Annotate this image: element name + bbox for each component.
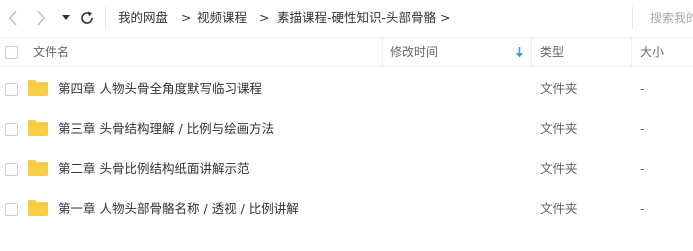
breadcrumb-separator: >: [440, 10, 451, 25]
file-row[interactable]: 第四章 人物头骨全角度默写临习课程 文件夹 -: [0, 69, 693, 109]
row-checkbox[interactable]: [5, 123, 18, 136]
file-type: 文件夹: [540, 81, 578, 96]
breadcrumb-item-video-courses[interactable]: 视频课程: [197, 9, 247, 27]
column-divider: [531, 38, 532, 66]
chevron-right-icon[interactable]: [33, 8, 49, 28]
file-size: -: [640, 161, 645, 176]
column-header-modified[interactable]: 修改时间: [390, 38, 438, 66]
file-row[interactable]: 第一章 人物头部骨骼名称 / 透视 / 比例讲解 文件夹 -: [0, 189, 693, 229]
folder-icon: [28, 80, 48, 96]
file-name[interactable]: 第二章 头骨比例结构纸面讲解示范: [58, 160, 249, 178]
row-checkbox[interactable]: [5, 163, 18, 176]
refresh-icon[interactable]: [78, 8, 96, 28]
file-type: 文件夹: [540, 201, 578, 216]
row-checkbox[interactable]: [5, 203, 18, 216]
column-divider: [631, 38, 632, 66]
chevron-left-icon[interactable]: [5, 8, 21, 28]
file-type: 文件夹: [540, 121, 578, 136]
column-header-size[interactable]: 大小: [640, 38, 664, 66]
search-input[interactable]: 搜索我的: [650, 9, 693, 27]
column-header-name[interactable]: 文件名: [33, 38, 69, 66]
caret-down-icon[interactable]: [60, 8, 72, 28]
folder-icon: [28, 200, 48, 216]
search-divider: [632, 7, 633, 29]
file-size: -: [640, 201, 645, 216]
file-size: -: [640, 121, 645, 136]
breadcrumb-separator: >: [181, 10, 192, 25]
folder-icon: [28, 120, 48, 136]
folder-icon: [28, 160, 48, 176]
file-name[interactable]: 第四章 人物头骨全角度默写临习课程: [58, 80, 262, 98]
breadcrumb-separator: >: [259, 10, 270, 25]
nav-divider: [105, 7, 106, 29]
file-row[interactable]: 第三章 头骨结构理解 / 比例与绘画方法 文件夹 -: [0, 109, 693, 149]
breadcrumb-item-current-folder[interactable]: 素描课程-硬性知识-头部骨骼: [277, 9, 436, 27]
file-name[interactable]: 第一章 人物头部骨骼名称 / 透视 / 比例讲解: [58, 200, 299, 218]
file-type: 文件夹: [540, 161, 578, 176]
file-list-header: 文件名 修改时间 类型 大小: [0, 37, 693, 67]
column-header-type[interactable]: 类型: [540, 38, 564, 66]
file-row[interactable]: 第二章 头骨比例结构纸面讲解示范 文件夹 -: [0, 149, 693, 189]
sort-down-icon[interactable]: [515, 47, 524, 58]
navigation-bar: 我的网盘 > 视频课程 > 素描课程-硬性知识-头部骨骼 > 搜索我的: [0, 0, 693, 36]
file-name[interactable]: 第三章 头骨结构理解 / 比例与绘画方法: [58, 120, 274, 138]
file-size: -: [640, 81, 645, 96]
breadcrumb-item-my-drive[interactable]: 我的网盘: [118, 9, 168, 27]
select-all-checkbox[interactable]: [5, 46, 18, 59]
row-checkbox[interactable]: [5, 83, 18, 96]
column-divider: [382, 38, 383, 66]
